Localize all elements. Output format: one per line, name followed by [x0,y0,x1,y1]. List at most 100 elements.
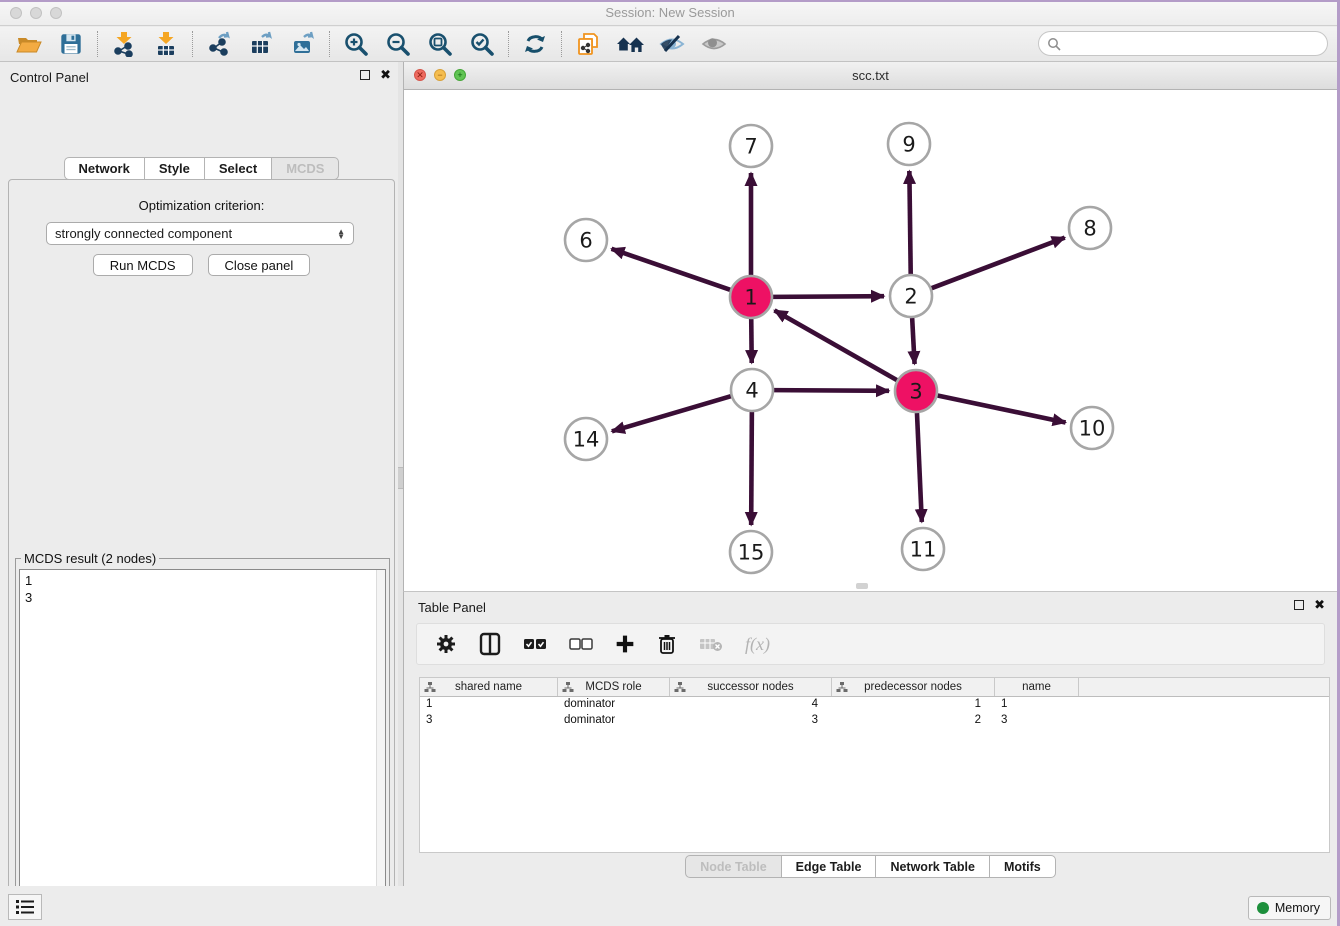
graph-node-7[interactable]: 7 [730,125,772,167]
attribute-type-icon [674,682,686,693]
zoom-out-button[interactable] [377,29,419,59]
refresh-view-button[interactable] [514,29,556,59]
export-image-icon [290,31,316,57]
column-header-mcds-role[interactable]: MCDS role [558,678,670,696]
copy-share-button[interactable] [567,29,609,59]
result-scrollbar[interactable] [376,570,385,926]
tab-select[interactable]: Select [204,157,272,180]
graph-node-1[interactable]: 1 [730,276,772,318]
import-network-button[interactable] [103,29,145,59]
memory-button[interactable]: Memory [1248,896,1331,920]
float-panel-icon[interactable] [360,70,370,80]
open-session-button[interactable] [8,29,50,59]
deselect-all-button[interactable] [569,637,593,651]
optimization-criterion-select[interactable]: strongly connected component ▲▼ [46,222,354,245]
mcds-result-title: MCDS result (2 nodes) [21,551,159,566]
graph-edge-3-10[interactable] [938,396,1066,423]
show-panels-button[interactable] [693,29,735,59]
graph-node-6[interactable]: 6 [565,219,607,261]
column-header-name[interactable]: name [995,678,1079,696]
graph-node-11[interactable]: 11 [902,528,944,570]
graph-edge-2-3[interactable] [912,318,914,364]
graph-edge-3-11[interactable] [917,413,922,522]
tab-motifs[interactable]: Motifs [989,855,1056,878]
function-builder-button[interactable]: f(x) [745,634,770,655]
memory-label: Memory [1275,901,1320,915]
graph-edge-1-2[interactable] [773,296,884,297]
table-row[interactable]: 3dominator323 [420,713,1329,729]
search-field[interactable] [1038,31,1328,56]
float-table-panel-icon[interactable] [1294,600,1304,610]
graph-node-3[interactable]: 3 [895,370,937,412]
split-view-button[interactable] [479,632,501,656]
delete-column-button[interactable] [657,633,677,655]
mcds-result-line: 1 [25,572,380,589]
graph-node-2[interactable]: 2 [890,275,932,317]
memory-status-icon [1257,902,1269,914]
close-panel-icon[interactable]: ✖ [380,70,391,80]
tab-node-table[interactable]: Node Table [685,855,781,878]
hide-panels-button[interactable] [651,29,693,59]
canvas-scroll-grip[interactable] [856,583,868,589]
run-mcds-button[interactable]: Run MCDS [93,254,193,276]
toolbar-separator [561,31,562,57]
zoom-out-icon [385,31,411,57]
export-network-button[interactable] [198,29,240,59]
graph-edge-2-8[interactable] [932,238,1065,289]
tab-style[interactable]: Style [144,157,205,180]
graph-node-10[interactable]: 10 [1071,407,1113,449]
export-table-icon [248,31,274,57]
column-header-successor-nodes[interactable]: successor nodes [670,678,832,696]
chevron-up-down-icon: ▲▼ [337,229,345,239]
task-history-button[interactable] [8,894,42,920]
graph-node-label: 8 [1083,217,1096,241]
toolbar-separator [192,31,193,57]
table-settings-button[interactable] [435,633,457,655]
graph-edge-1-6[interactable] [612,249,731,290]
graph-node-14[interactable]: 14 [565,418,607,460]
zoom-in-button[interactable] [335,29,377,59]
graph-node-9[interactable]: 9 [888,123,930,165]
network-canvas[interactable]: 7 9 6 8 1 2 4 3 14 10 15 11 [404,90,1337,590]
mcds-result-line: 3 [25,589,380,606]
export-table-button[interactable] [240,29,282,59]
node-table-header: shared name MCDS role [420,678,1329,697]
graph-edge-4-15[interactable] [751,412,752,525]
column-label: MCDS role [585,681,641,693]
tab-mcds[interactable]: MCDS [271,157,339,180]
add-column-button[interactable] [615,634,635,654]
select-all-button[interactable] [523,637,547,651]
graph-edge-2-9[interactable] [909,171,910,274]
save-session-button[interactable] [50,29,92,59]
import-table-button[interactable] [145,29,187,59]
mcds-result-textarea[interactable]: 13 [19,569,386,926]
network-window-titlebar[interactable]: ✕ − + scc.txt [404,62,1337,90]
table-cell: 2 [832,713,995,729]
graph-node-label: 7 [744,135,757,159]
search-input[interactable] [1061,37,1327,51]
network-window-title: scc.txt [404,68,1337,83]
toolbar-separator [97,31,98,57]
tab-network-table[interactable]: Network Table [875,855,990,878]
column-header-predecessor-nodes[interactable]: predecessor nodes [832,678,995,696]
close-panel-button[interactable]: Close panel [208,254,311,276]
attribute-type-icon [836,682,848,693]
export-image-button[interactable] [282,29,324,59]
graph-node-15[interactable]: 15 [730,531,772,573]
table-row[interactable]: 1dominator411 [420,697,1329,713]
graph-node-4[interactable]: 4 [731,369,773,411]
zoom-selected-button[interactable] [461,29,503,59]
graph-node-label: 11 [910,538,937,562]
graph-edge-4-14[interactable] [612,396,731,431]
home-layout-button[interactable] [609,29,651,59]
graph-edge-3-1[interactable] [774,310,896,380]
table-cell: 1 [832,697,995,713]
close-table-panel-icon[interactable]: ✖ [1314,600,1325,610]
tab-edge-table[interactable]: Edge Table [781,855,877,878]
graph-edge-4-3[interactable] [774,390,889,391]
column-header-shared-name[interactable]: shared name [420,678,558,696]
delete-table-button[interactable] [699,636,723,652]
zoom-fit-button[interactable] [419,29,461,59]
graph-node-8[interactable]: 8 [1069,207,1111,249]
tab-network[interactable]: Network [64,157,145,180]
